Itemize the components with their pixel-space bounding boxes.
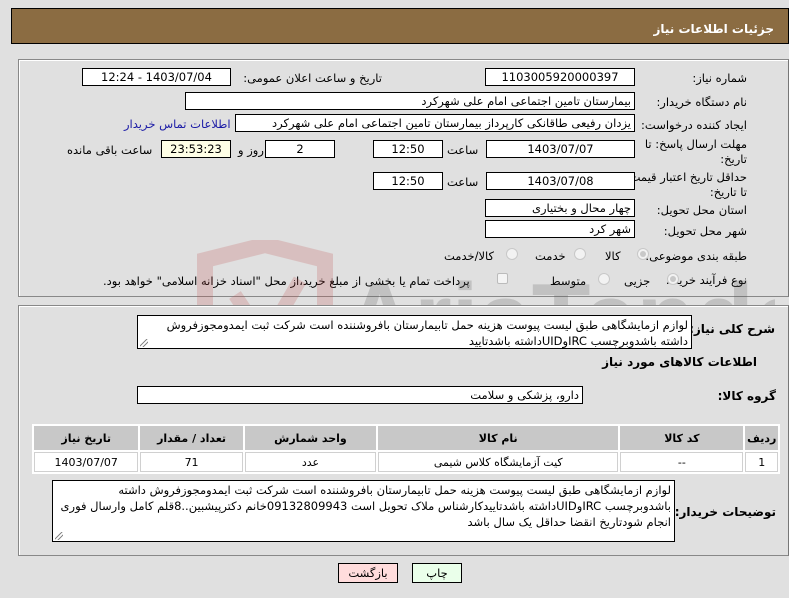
cell-date: 1403/07/07 [34,452,139,472]
goods-group-label: گروه کالا: [717,389,776,403]
need-number-field[interactable]: 1103005920000397 [485,68,635,86]
requester-label: ایجاد کننده درخواست: [641,118,747,132]
col-code: کد کالا [620,426,744,450]
cell-unit: عدد [244,452,377,472]
description-textarea[interactable]: لوازم ازمایشگاهی طبق لیست پیوست هزینه حم… [137,315,692,349]
reply-deadline-time-label: ساعت [447,143,479,157]
col-date: تاریخ نیاز [34,426,139,450]
buyer-notes-text: لوازم ازمایشگاهی طبق لیست پیوست هزینه حم… [60,483,671,529]
reply-deadline-time-field[interactable]: 12:50 [373,140,443,158]
price-validity-label: حداقل تاریخ اعتبار قیمت: تا تاریخ: [625,170,747,199]
col-qty: تعداد / مقدار [140,426,243,450]
announce-datetime-field[interactable]: 1403/07/04 - 12:24 [82,68,231,86]
items-table: ردیف کد کالا نام کالا واحد شمارش تعداد /… [32,424,780,474]
announce-datetime-label: تاریخ و ساعت اعلان عمومی: [243,71,382,85]
col-unit: واحد شمارش [244,426,377,450]
description-text: لوازم ازمایشگاهی طبق لیست پیوست هزینه حم… [166,318,688,348]
purchase-type-radio-medium[interactable] [598,273,610,285]
goods-group-field: دارو، پزشکی و سلامت [137,386,583,404]
page-header: جزئیات اطلاعات نیاز [11,8,789,44]
remaining-time-field: 23:53:23 [161,140,231,158]
cell-code: -- [620,452,744,472]
buyer-notes-label: توضیحات خریدار: [674,505,776,519]
items-section-title: اطلاعات کالاهای مورد نیاز [602,355,757,369]
print-button[interactable]: چاپ [412,563,462,583]
province-label: استان محل تحویل: [656,203,747,217]
requester-field[interactable]: یزدان رفیعی طاقانکی کارپرداز بیمارستان ت… [235,114,635,132]
resize-handle-icon[interactable] [140,339,148,347]
category-option-goods-service: کالا/خدمت [444,249,495,263]
price-validity-time-field[interactable]: 12:50 [373,172,443,190]
category-option-goods: کالا [605,249,621,263]
purchase-type-option-medium: متوسط [550,274,587,288]
buyer-notes-textarea[interactable]: لوازم ازمایشگاهی طبق لیست پیوست هزینه حم… [52,480,675,542]
province-field[interactable]: چهار محال و بختیاری [485,199,635,217]
remaining-time-label: ساعت باقی مانده [67,143,153,157]
category-radio-goods-service[interactable] [506,248,518,260]
category-label: طبقه بندی موضوعی: [645,249,747,263]
remaining-days-field: 2 [265,140,335,158]
need-number-label: شماره نیاز: [692,71,747,85]
col-name: نام کالا [378,426,619,450]
buyer-org-field[interactable]: بیمارستان تامین اجتماعی امام علی شهرکرد [185,92,635,110]
table-row: 1 -- کیت آزمایشگاه کلاس شیمی عدد 71 1403… [34,452,778,472]
reply-deadline-label: مهلت ارسال پاسخ: تا تاریخ: [644,137,747,166]
city-field[interactable]: شهر کرد [485,220,635,238]
remaining-days-label: روز و [238,143,264,157]
treasury-checkbox[interactable] [497,273,508,284]
page-title: جزئیات اطلاعات نیاز [653,22,774,36]
treasury-note: پرداخت تمام یا بخشی از مبلغ خرید،از محل … [103,274,470,288]
buyer-org-label: نام دستگاه خریدار: [656,95,747,109]
category-option-service: خدمت [535,249,566,263]
category-radio-service[interactable] [574,248,586,260]
cell-row: 1 [745,452,778,472]
col-row: ردیف [745,426,778,450]
buyer-contact-link[interactable]: اطلاعات تماس خریدار [124,117,231,131]
cell-name: کیت آزمایشگاه کلاس شیمی [378,452,619,472]
items-table-header: ردیف کد کالا نام کالا واحد شمارش تعداد /… [34,426,778,450]
description-label: شرح کلی نیاز: [689,322,775,336]
purchase-type-radio-minor[interactable] [667,273,679,285]
category-radio-goods[interactable] [637,248,649,260]
reply-deadline-date-field[interactable]: 1403/07/07 [486,140,635,158]
city-label: شهر محل تحویل: [663,224,747,238]
resize-handle-icon[interactable] [55,532,63,540]
purchase-type-option-minor: جزیی [624,274,651,288]
price-validity-time-label: ساعت [447,175,479,189]
back-button[interactable]: بازگشت [338,563,398,583]
cell-qty: 71 [140,452,243,472]
price-validity-date-field[interactable]: 1403/07/08 [486,172,635,190]
